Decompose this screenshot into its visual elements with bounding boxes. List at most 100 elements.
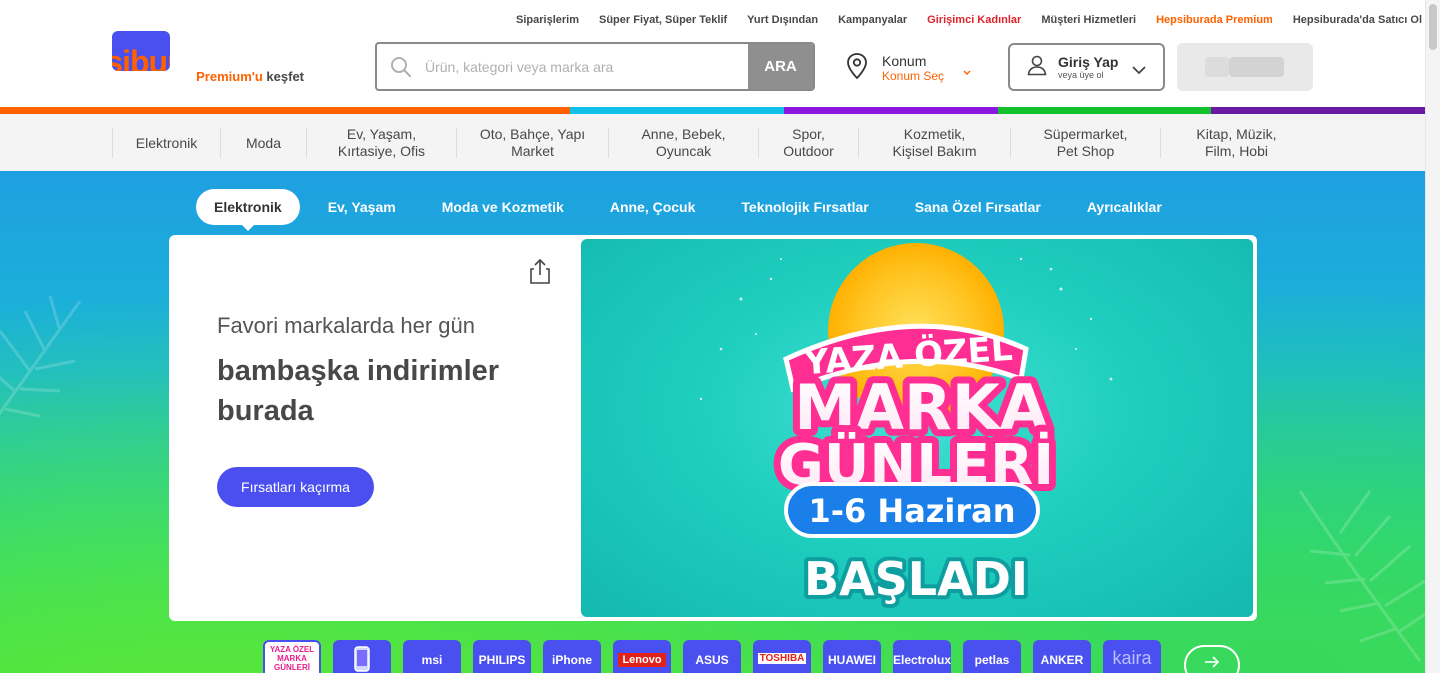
brand-logo[interactable]: petlas xyxy=(963,640,1021,673)
brand-logo[interactable]: iPhone xyxy=(543,640,601,673)
logo[interactable]: hepsiburada Premium'u keşfet xyxy=(112,31,312,84)
page: Siparişlerim Süper Fiyat, Süper Teklif Yur… xyxy=(0,0,1440,673)
logo-kesfet: keşfet xyxy=(266,69,304,84)
brand-logo[interactable]: YAZA ÖZEL MARKA GÜNLERİ xyxy=(263,640,321,673)
category-item[interactable]: Oto, Bahçe, Yapı Market xyxy=(456,126,608,159)
banner-line-4: 1-6 Haziran xyxy=(808,492,1015,530)
hero-tab[interactable]: Ev, Yaşam xyxy=(310,189,414,225)
top-link[interactable]: Girişimci Kadınlar xyxy=(927,13,1021,27)
top-links: Siparişlerim Süper Fiyat, Süper Teklif Yur… xyxy=(396,13,1422,27)
brand-label: TOSHIBA xyxy=(757,653,807,664)
color-stripe-segment xyxy=(1211,107,1425,114)
page-scrollbar[interactable] xyxy=(1425,0,1440,673)
brand-logo[interactable]: Electrolux xyxy=(893,640,951,673)
hero-tabs: Elektronik Ev, Yaşam Moda ve Kozmetik Anne,… xyxy=(196,189,1190,231)
category-item[interactable]: Elektronik xyxy=(112,128,220,158)
category-item[interactable]: Spor, Outdoor xyxy=(758,126,858,159)
category-item[interactable]: Kozmetik, Kişisel Bakım xyxy=(858,126,1010,159)
cart-skeleton xyxy=(1205,57,1229,77)
top-link[interactable]: Yurt Dışından xyxy=(747,13,818,27)
color-stripe xyxy=(0,107,1425,114)
hero-tab[interactable]: Ayrıcalıklar xyxy=(1069,189,1180,225)
location-pin-icon xyxy=(846,52,872,85)
login-title: Giriş Yap xyxy=(1058,53,1119,70)
category-label: Anne, Bebek, Oyuncak xyxy=(641,126,726,159)
brand-logo[interactable]: msi xyxy=(403,640,461,673)
category-item[interactable]: Moda xyxy=(220,128,306,158)
category-label: Moda xyxy=(245,134,282,151)
brand-logo[interactable]: ANKER xyxy=(1033,640,1091,673)
category-item[interactable]: Anne, Bebek, Oyuncak xyxy=(608,126,758,159)
scrollbar-thumb[interactable] xyxy=(1429,4,1437,50)
arrow-right-icon xyxy=(1205,656,1220,668)
brand-logo[interactable]: kaira xyxy=(1103,640,1161,673)
category-label: Elektronik xyxy=(135,134,198,151)
cart-button[interactable] xyxy=(1177,43,1313,91)
brand-label: kaira xyxy=(1112,648,1152,668)
brand-label: msi xyxy=(421,653,443,667)
search-input[interactable] xyxy=(425,44,748,89)
user-icon xyxy=(1026,54,1048,81)
hero-tab[interactable]: Sana Özel Fırsatlar xyxy=(897,189,1059,225)
color-stripe-segment xyxy=(784,107,998,114)
brand-label: Lenovo xyxy=(618,653,666,667)
category-label: Spor, Outdoor xyxy=(783,126,834,159)
top-link[interactable]: Hepsiburada'da Satıcı Ol xyxy=(1293,13,1422,27)
hero-cta-button[interactable]: Fırsatları kaçırma xyxy=(217,467,374,507)
hero-line-1: Favori markalarda her gün xyxy=(217,313,476,338)
top-link[interactable]: Hepsiburada Premium xyxy=(1156,13,1273,27)
category-label: Kozmetik, Kişisel Bakım xyxy=(892,126,977,159)
category-item[interactable]: Kitap, Müzik, Film, Hobi xyxy=(1160,126,1312,159)
brand-logo[interactable]: ASUS xyxy=(683,640,741,673)
category-label: Süpermarket, Pet Shop xyxy=(1043,126,1128,159)
top-link[interactable]: Müşteri Hizmetleri xyxy=(1041,13,1136,27)
top-link[interactable]: Süper Fiyat, Süper Teklif xyxy=(599,13,727,27)
location-selector[interactable]: Konum Konum Seç xyxy=(846,50,978,86)
brand-logo[interactable]: TOSHIBA xyxy=(753,640,811,673)
brand-label: ANKER xyxy=(1040,653,1084,667)
search-box: ARA xyxy=(375,42,815,91)
hero-card: Favori markalarda her gün bambaşka indir… xyxy=(169,235,1257,621)
brand-logo[interactable]: Lenovo xyxy=(613,640,671,673)
location-title: Konum xyxy=(882,53,927,69)
hero-tab[interactable]: Moda ve Kozmetik xyxy=(424,189,582,225)
top-link[interactable]: Siparişlerim xyxy=(516,13,579,27)
brand-label: petlas xyxy=(974,653,1010,667)
brand-strip-next-button[interactable] xyxy=(1184,645,1240,673)
hero-tab[interactable]: Teknolojik Fırsatlar xyxy=(723,189,886,225)
cart-skeleton xyxy=(1229,57,1284,77)
color-stripe-segment xyxy=(570,107,784,114)
login-subtitle: veya üye ol xyxy=(1058,69,1104,80)
hero-line-2: bambaşka indirimler burada xyxy=(217,355,500,427)
color-stripe-segment xyxy=(998,107,1211,114)
color-stripe-segment xyxy=(0,107,570,114)
palm-leaf-decoration xyxy=(1298,490,1425,662)
brand-logo[interactable] xyxy=(333,640,391,673)
chevron-down-icon xyxy=(962,64,972,82)
top-link[interactable]: Kampanyalar xyxy=(838,13,907,27)
banner-line-5: BAŞLADI xyxy=(804,552,1028,606)
logo-slogan: Premium'u keşfet xyxy=(112,69,304,84)
hero-tab[interactable]: Anne, Çocuk xyxy=(592,189,714,225)
brand-label: Electrolux xyxy=(893,653,951,667)
category-nav: Elektronik Moda Ev, Yaşam, Kırtasiye, Ofis… xyxy=(0,114,1425,171)
category-label: Oto, Bahçe, Yapı Market xyxy=(479,126,586,159)
campaign-banner[interactable]: YAZA ÖZEL MARKA MARKA GÜNLERİ GÜNLERİ 1-… xyxy=(581,239,1253,617)
category-item[interactable]: Ev, Yaşam, Kırtasiye, Ofis xyxy=(306,126,456,159)
login-button[interactable]: Giriş Yap veya üye ol xyxy=(1008,43,1165,91)
category-item[interactable]: Süpermarket, Pet Shop xyxy=(1010,126,1160,159)
brand-label: HUAWEI xyxy=(828,653,876,667)
logo-premium: Premium'u xyxy=(196,69,263,84)
logo-wordmark: hepsiburada xyxy=(112,31,170,71)
brand-label: PHILIPS xyxy=(478,653,526,667)
chevron-down-icon xyxy=(1131,62,1147,80)
brand-logo[interactable]: HUAWEI xyxy=(823,640,881,673)
hero-tab[interactable]: Elektronik xyxy=(196,189,300,231)
brand-label: ASUS xyxy=(695,653,729,667)
search-button[interactable]: ARA xyxy=(748,44,813,89)
palm-leaf-decoration xyxy=(0,295,82,418)
brand-logo[interactable]: PHILIPS xyxy=(473,640,531,673)
hero-section: Elektronik Ev, Yaşam Moda ve Kozmetik Anne,… xyxy=(0,171,1425,673)
share-icon[interactable] xyxy=(527,257,553,290)
brand-strip: YAZA ÖZEL MARKA GÜNLERİ msi PHILIPS iPhone L… xyxy=(263,640,1161,673)
